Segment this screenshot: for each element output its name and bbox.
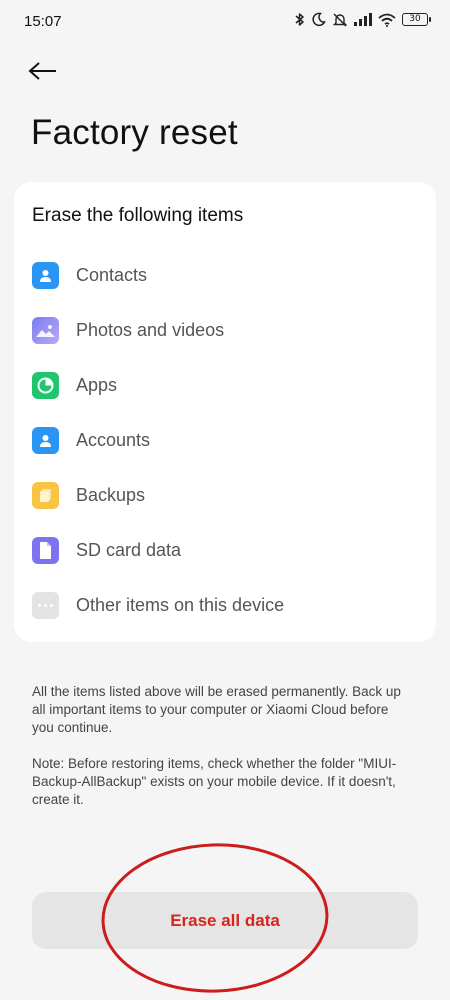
item-label: Contacts (76, 264, 148, 285)
list-item-sd-card: SD card data (32, 534, 181, 566)
status-time: 15:07 (24, 13, 62, 30)
status-bar: 15:07 30 (0, 0, 450, 44)
item-label: Apps (76, 374, 118, 395)
erase-button-label: Erase all data (170, 910, 280, 930)
photos-icon (32, 316, 59, 344)
item-label: Photos and videos (76, 319, 225, 340)
list-item-other: Other items on this device (32, 589, 284, 621)
more-icon (32, 591, 59, 619)
card-title: Erase the following items (32, 205, 244, 226)
item-label: SD card data (76, 539, 182, 560)
apps-icon (32, 371, 59, 399)
wifi-icon (378, 13, 396, 27)
list-item-apps: Apps (32, 369, 117, 401)
erase-items-card: Erase the following items Contacts Photo… (14, 182, 436, 642)
list-item-photos: Photos and videos (32, 314, 224, 346)
item-label: Accounts (76, 429, 151, 450)
contacts-icon (32, 261, 59, 289)
battery-icon: 30 (402, 13, 431, 26)
list-item-contacts: Contacts (32, 259, 147, 291)
bluetooth-icon (295, 13, 304, 26)
arrow-left-icon (28, 62, 56, 80)
signal-icon (354, 13, 372, 26)
erase-all-data-button[interactable]: Erase all data (32, 892, 418, 949)
page-title: Factory reset (31, 113, 238, 152)
erase-warning-text: All the items listed above will be erase… (32, 684, 401, 735)
item-label: Backups (76, 484, 146, 505)
list-item-backups: Backups (32, 479, 145, 511)
sd-card-icon (32, 536, 59, 564)
backups-icon (32, 481, 59, 509)
restore-note-text: Note: Before restoring items, check whet… (32, 756, 397, 807)
status-icons: 30 (295, 12, 431, 27)
list-item-accounts: Accounts (32, 424, 150, 456)
moon-icon (312, 12, 326, 27)
item-label: Other items on this device (76, 594, 285, 615)
back-button[interactable] (28, 56, 64, 86)
mute-icon (332, 13, 348, 27)
accounts-icon (32, 426, 59, 454)
